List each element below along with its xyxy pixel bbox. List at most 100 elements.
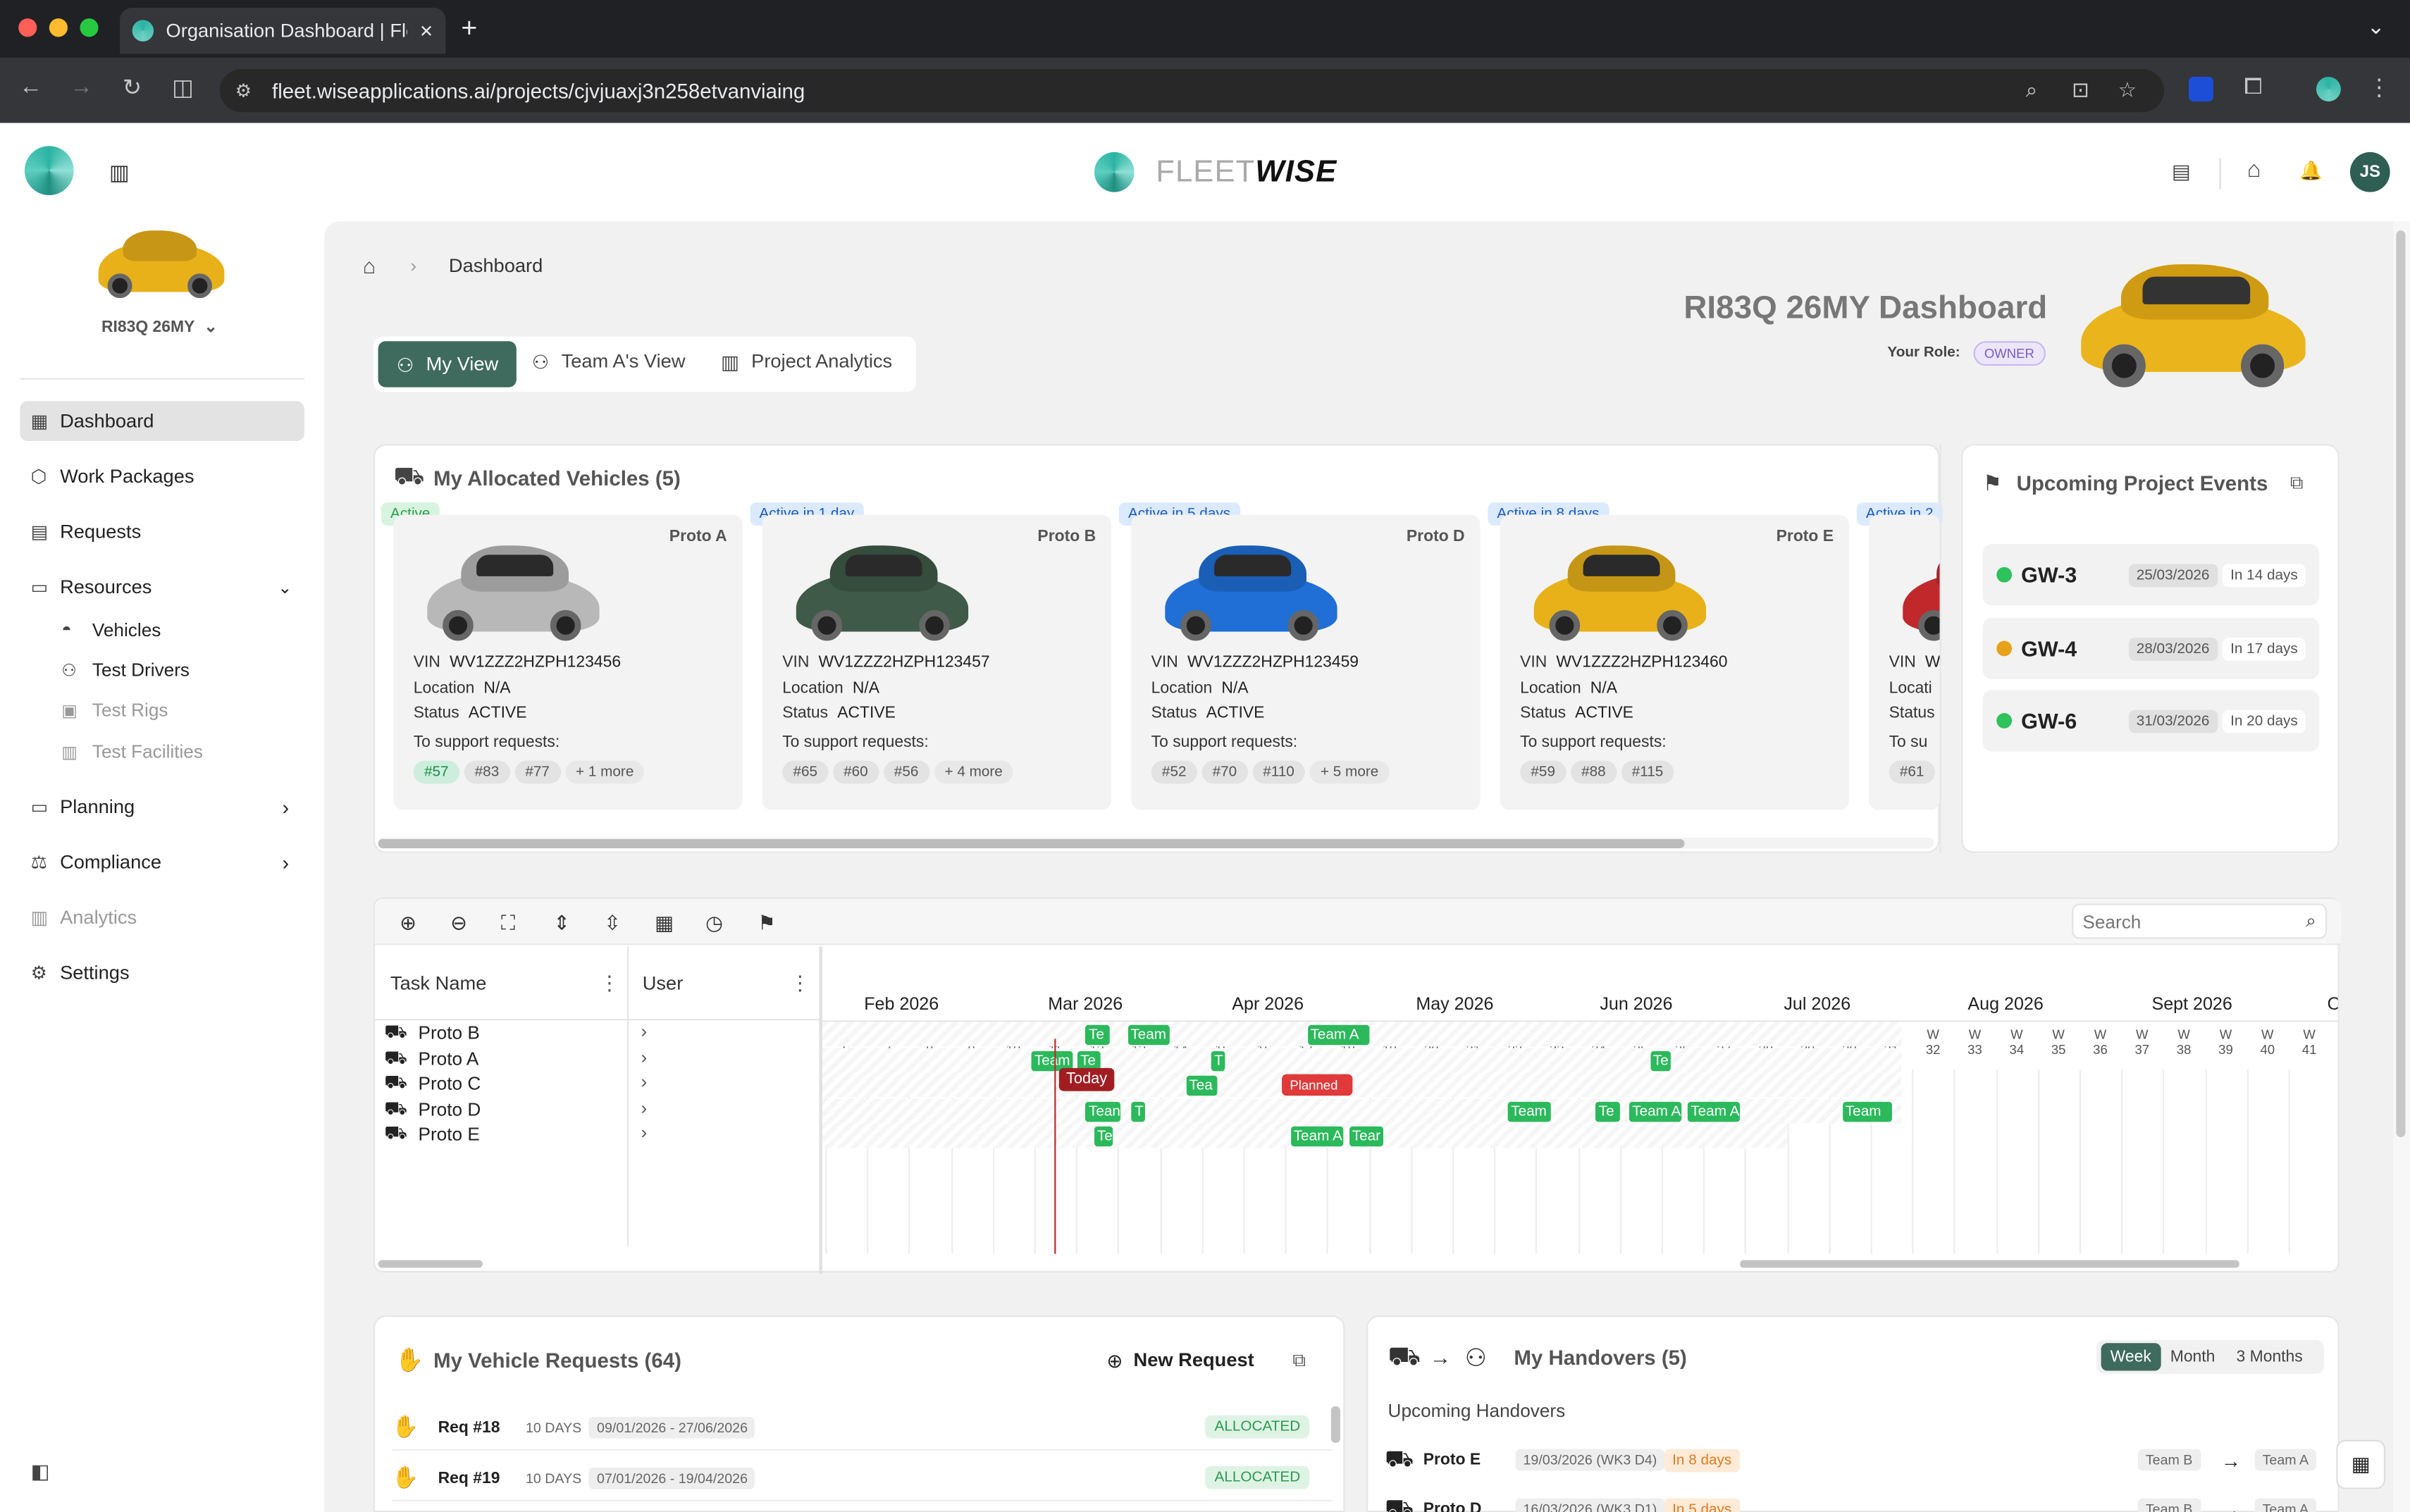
collapse-sidebar-icon[interactable]: ◧ (31, 1460, 50, 1485)
tab-search-icon[interactable]: ⌄ (2367, 14, 2385, 40)
tab-close-icon[interactable]: ✕ (419, 20, 433, 41)
close-window-button[interactable] (18, 18, 37, 37)
user-column-menu-icon[interactable]: ⋮ (790, 971, 810, 996)
request-pill[interactable]: #70 (1201, 760, 1248, 784)
tab-my-view[interactable]: ⚇ My View (378, 341, 517, 388)
new-request-button[interactable]: ⊕ New Request (1106, 1349, 1254, 1372)
sidebar-item-compliance[interactable]: ⚖ Compliance › (20, 842, 304, 882)
task-bar[interactable]: Team (1507, 1101, 1551, 1122)
task-bar[interactable]: Tea (1186, 1075, 1217, 1096)
reload-button[interactable]: ↻ (117, 74, 148, 101)
requests-scrollbar[interactable] (1330, 1406, 1340, 1444)
request-pill[interactable]: #60 (832, 760, 879, 784)
gantt-row-proto-c[interactable]: ⛟ Proto C (384, 1071, 481, 1096)
grid-scrollbar[interactable] (378, 1260, 483, 1268)
site-info-icon[interactable]: ⚙ (235, 80, 252, 101)
address-bar[interactable]: ⚙ fleet.wiseapplications.ai/projects/cjv… (219, 69, 2165, 113)
install-icon[interactable]: ⊡ (2072, 78, 2089, 103)
vehicle-card[interactable]: Proto B VIN WV1ZZZ2HZPH123457 Location N/A S… (762, 514, 1111, 810)
request-pill[interactable]: #88 (1570, 760, 1617, 784)
request-pill[interactable]: #59 (1520, 760, 1566, 784)
browser-tab[interactable]: Organisation Dashboard | Flee ✕ (120, 7, 446, 54)
expand-row-icon[interactable]: › (641, 1020, 648, 1042)
period-3-months[interactable]: 3 Months (2237, 1348, 2303, 1366)
zoom-out-icon[interactable]: ⊖ (450, 911, 467, 936)
user-avatar[interactable]: JS (2349, 151, 2390, 192)
sidebar-item-planning[interactable]: ▭ Planning › (20, 787, 304, 827)
collapse-icon[interactable]: ⇳ (604, 911, 621, 936)
request-pill[interactable]: #77 (514, 760, 561, 784)
vehicles-scrollbar[interactable] (378, 838, 1685, 848)
app-logo-icon[interactable] (24, 146, 74, 196)
tab-team-view[interactable]: ⚇ Team A's View (532, 350, 686, 373)
expand-row-icon[interactable]: › (641, 1096, 648, 1118)
analytics-chart-icon[interactable]: ▥ (109, 160, 130, 186)
vehicle-card[interactable]: VIN W Locati Status To su #61 (1869, 514, 1940, 810)
sidebar-subitem-test-rigs[interactable]: ▣ Test Rigs (61, 695, 168, 726)
calendar-icon[interactable]: ▦ (655, 911, 674, 936)
vehicle-selector[interactable]: RI83Q 26MY ⌄ (101, 318, 218, 336)
gantt-row-proto-b[interactable]: ⛟ Proto B (384, 1020, 480, 1045)
task-bar[interactable]: Te (1650, 1050, 1670, 1071)
request-pill[interactable]: #110 (1252, 760, 1306, 784)
event-item[interactable]: GW-3 25/03/2026 In 14 days (1982, 544, 2320, 606)
event-item[interactable]: GW-4 28/03/2026 In 17 days (1982, 617, 2320, 680)
period-week[interactable]: Week (2101, 1343, 2161, 1371)
request-row[interactable]: ✋ Req #19 10 DAYS 07/01/2026 - 19/04/202… (392, 1456, 1333, 1501)
sidebar-item-settings[interactable]: ⚙ Settings (20, 953, 304, 993)
sidebar-subitem-test-drivers[interactable]: ⚇ Test Drivers (61, 655, 190, 686)
task-bar[interactable]: T (1131, 1101, 1146, 1122)
request-pill[interactable]: #65 (782, 760, 829, 784)
request-pill[interactable]: #83 (464, 760, 510, 784)
request-pill[interactable]: #56 (883, 760, 929, 784)
zoom-icon[interactable]: ⌕ (2026, 78, 2037, 103)
gantt-row-proto-d[interactable]: ⛟ Proto D (384, 1096, 481, 1121)
sidebar-item-work-packages[interactable]: ⬡ Work Packages (20, 457, 304, 497)
external-link-icon[interactable]: ⧉ (2290, 472, 2304, 495)
page-scrollbar[interactable] (2396, 230, 2406, 1138)
handover-row[interactable]: ⛟ Proto E 19/03/2026 (WK3 D4) In 8 days … (1385, 1443, 2322, 1477)
vehicle-card[interactable]: Proto A VIN WV1ZZZ2HZPH123456 Location N/A S… (393, 514, 743, 810)
fit-icon[interactable]: ⛶ (501, 911, 515, 936)
task-bar[interactable]: Team A (1290, 1126, 1343, 1147)
notifications-bell-icon[interactable]: 🔔 (2299, 160, 2323, 182)
more-requests-pill[interactable]: + 5 more (1309, 760, 1390, 784)
handover-row[interactable]: ⛟ Proto D 16/03/2026 (WK3 D1) In 5 days … (1385, 1492, 2322, 1512)
calendar-widget-button[interactable]: ▦ (2336, 1439, 2386, 1489)
task-bar[interactable]: Tean (1085, 1101, 1121, 1122)
more-requests-pill[interactable]: + 4 more (934, 760, 1014, 784)
home-icon[interactable]: ⌂ (2247, 156, 2261, 182)
task-bar[interactable]: Team (1127, 1024, 1169, 1046)
extensions-icon[interactable]: ⧠ (2238, 74, 2269, 100)
flag-icon[interactable]: ⚑ (758, 911, 775, 936)
gantt-search[interactable]: ⌕ (2072, 903, 2328, 939)
task-bar[interactable]: Te (1595, 1101, 1621, 1122)
task-bar[interactable]: Te (1094, 1126, 1113, 1147)
gantt-row-proto-a[interactable]: ⛟ Proto A (384, 1046, 478, 1070)
bookmark-icon[interactable]: ☆ (2118, 78, 2137, 103)
vehicle-card[interactable]: Proto D VIN WV1ZZZ2HZPH123459 Location N/A S… (1131, 514, 1481, 810)
history-icon[interactable]: ◷ (705, 911, 723, 936)
external-link-icon[interactable]: ⧉ (1292, 1349, 1306, 1372)
split-view-button[interactable]: ◫ (168, 74, 199, 101)
request-row[interactable]: ✋ Req #18 10 DAYS 09/01/2026 - 27/06/202… (392, 1405, 1333, 1451)
task-bar[interactable]: Tear (1349, 1126, 1383, 1147)
more-requests-pill[interactable]: + 1 more (564, 760, 645, 784)
extension-icon[interactable] (2188, 77, 2213, 101)
task-column-menu-icon[interactable]: ⋮ (600, 971, 619, 996)
sidebar-subitem-test-facilities[interactable]: ▥ Test Facilities (61, 736, 203, 767)
request-pill[interactable]: #57 (413, 760, 459, 784)
task-bar[interactable]: T (1211, 1050, 1225, 1071)
expand-row-icon[interactable]: › (641, 1046, 648, 1067)
zoom-in-icon[interactable]: ⊕ (400, 911, 416, 936)
sidebar-item-requests[interactable]: ▤ Requests (20, 512, 304, 552)
sidebar-item-resources[interactable]: ▭ Resources ⌄ (20, 567, 304, 607)
task-bar[interactable]: Team A (1629, 1101, 1682, 1122)
period-month[interactable]: Month (2170, 1348, 2216, 1366)
request-pill[interactable]: #52 (1151, 760, 1197, 784)
profile-icon[interactable] (2316, 77, 2341, 101)
expand-row-icon[interactable]: › (641, 1122, 648, 1144)
back-button[interactable]: ← (16, 74, 47, 100)
timeline-scrollbar[interactable] (1740, 1260, 2239, 1268)
browser-menu-icon[interactable]: ⋮ (2364, 74, 2395, 101)
